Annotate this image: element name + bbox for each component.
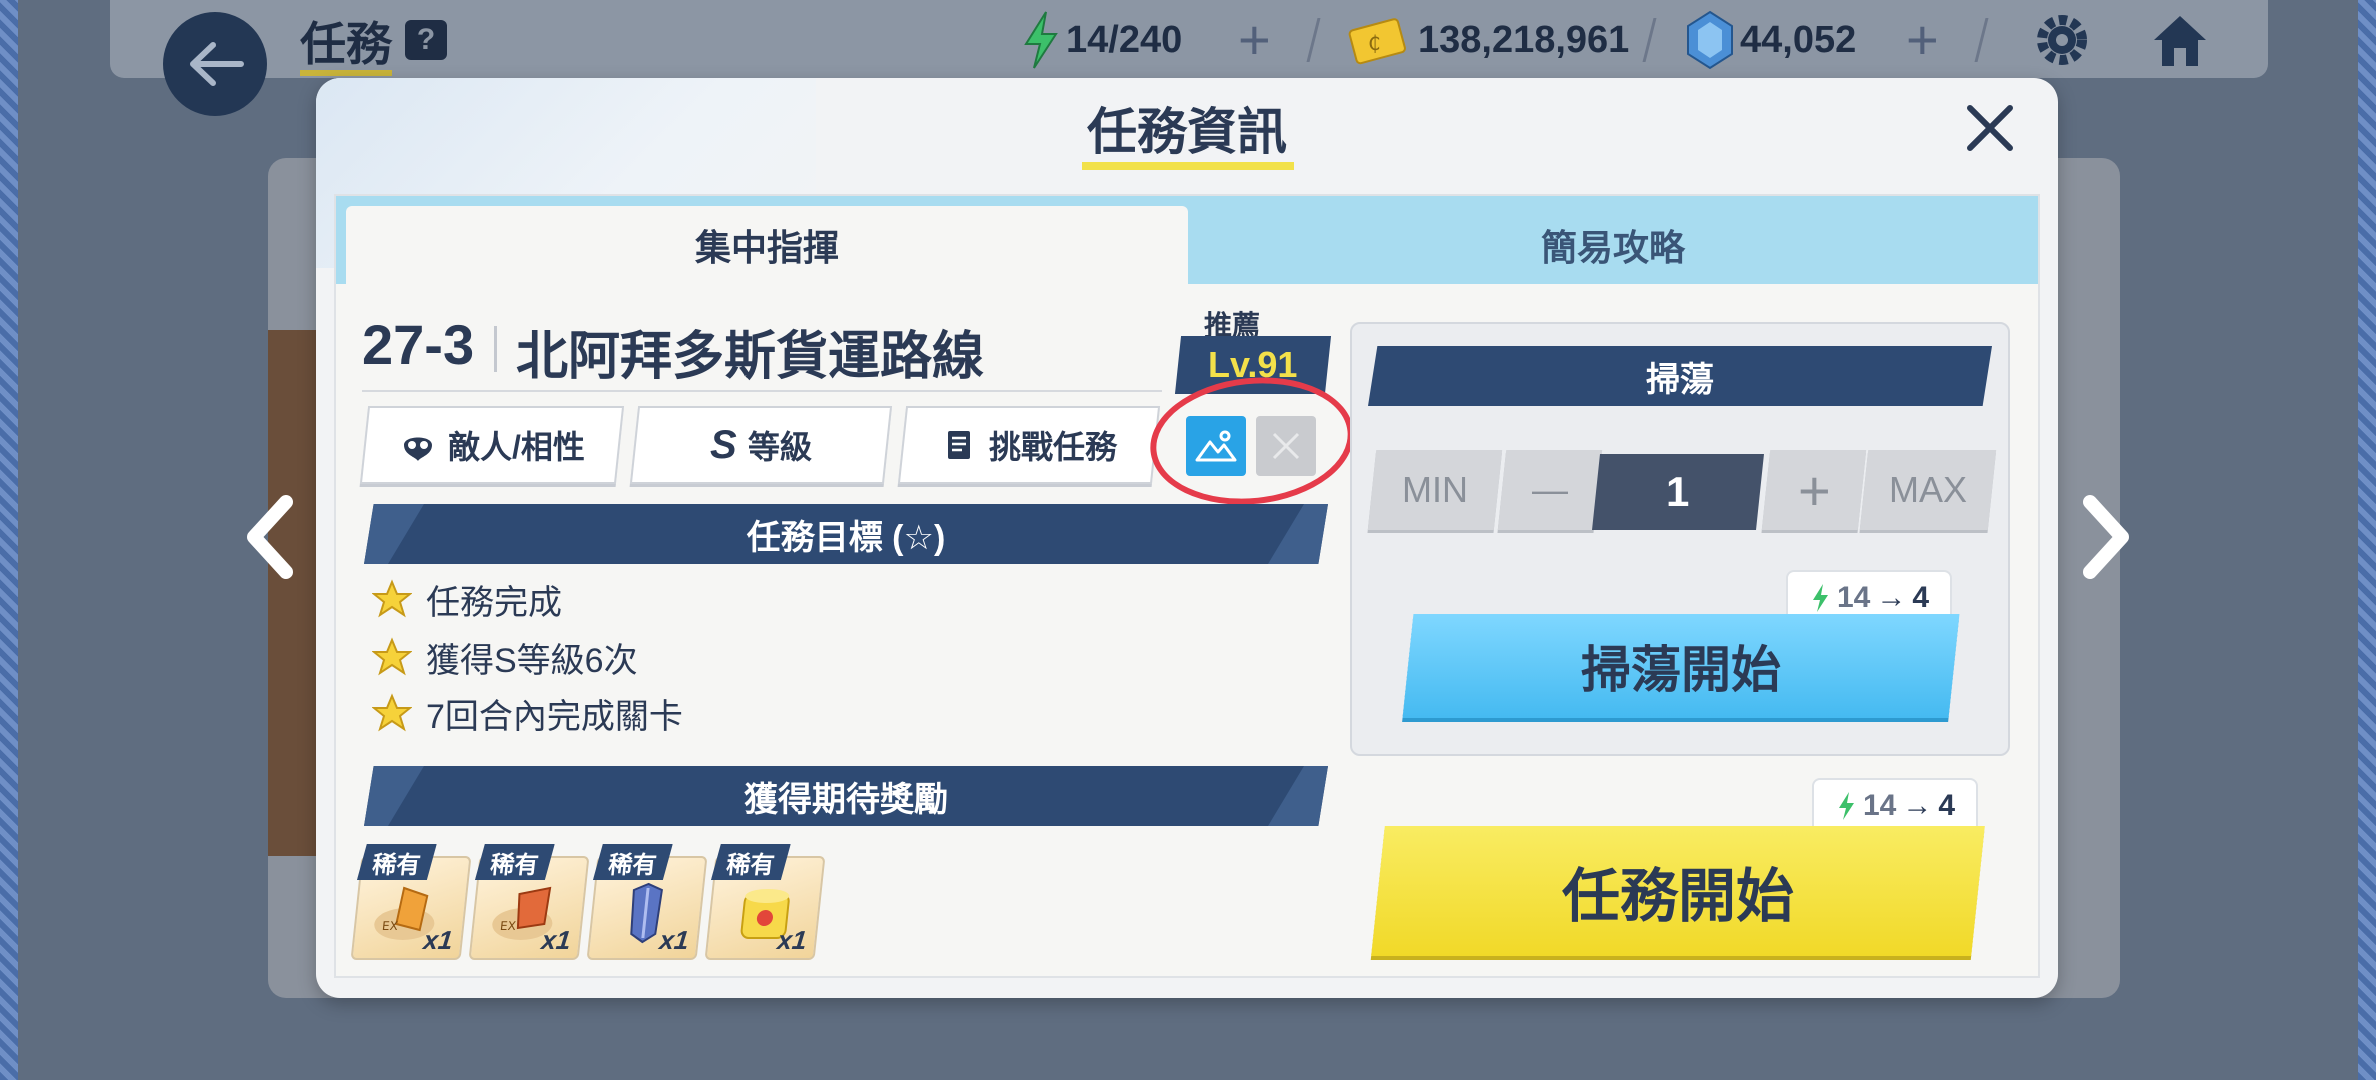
sweep-start-label: 掃蕩開始: [1581, 642, 1781, 698]
reward-item[interactable]: 稀有 x1: [586, 856, 708, 960]
gems-add-button[interactable]: +: [1906, 12, 1939, 68]
credits-value: 138,218,961: [1418, 18, 1630, 61]
rewards-header: 獲得期待獎勵: [364, 766, 1328, 826]
enemy-mask-icon: [403, 437, 432, 461]
mission-start-button[interactable]: 任務開始: [1371, 826, 1985, 956]
rewards-header-label: 獲得期待獎勵: [744, 780, 948, 819]
svg-text:₵: ₵: [1368, 31, 1381, 55]
sweep-increase-button[interactable]: +: [1761, 450, 1867, 530]
sweep-count-display: 1: [1592, 454, 1764, 530]
mission-start-label: 任務開始: [1561, 864, 1794, 929]
star-icon: [372, 637, 412, 676]
reward-item[interactable]: 稀有 EX x1: [468, 856, 590, 960]
close-icon[interactable]: [1958, 96, 2022, 160]
title-underline: [300, 70, 392, 76]
objective-item: 7回合內完成關卡: [372, 688, 683, 738]
tab-focused-command[interactable]: 集中指揮: [346, 206, 1188, 284]
rarity-tag: 稀有: [475, 844, 555, 880]
mission-info-dialog: 任務資訊 集中指揮 簡易攻略 27-3 北阿拜多斯貨運路線 推薦 Lv.91 敵…: [316, 78, 2058, 998]
star-icon: [372, 693, 412, 732]
ap-lightning-icon: [1024, 11, 1058, 69]
reward-quantity: x1: [422, 925, 455, 955]
ap-lightning-icon: [1812, 584, 1828, 612]
reward-quantity: x1: [658, 925, 691, 955]
ap-add-button[interactable]: +: [1238, 12, 1271, 68]
page-title: 任務: [300, 18, 392, 70]
sweep-count: 1: [1666, 468, 1690, 515]
ap-value: 14/240: [1066, 18, 1183, 61]
objective-label: 任務完成: [426, 583, 562, 622]
cost-arrow: →: [1902, 789, 1933, 822]
svg-text:EX: EX: [499, 919, 516, 933]
rarity-tag: 稀有: [357, 844, 437, 880]
min-label: MIN: [1402, 469, 1468, 510]
sweep-decrease-button[interactable]: —: [1497, 450, 1603, 530]
rank-s-icon: S: [709, 422, 737, 467]
enemy-affinity-label: 敵人/相性: [447, 429, 585, 465]
plus-label: +: [1797, 458, 1831, 522]
challenge-mission-label: 挑戰任務: [988, 429, 1117, 465]
rank-label: 等級: [748, 429, 813, 465]
help-button[interactable]: ?: [405, 20, 447, 60]
cost-from: 14: [1862, 789, 1897, 822]
stage-name: 北阿拜多斯貨運路線: [516, 328, 985, 386]
enemy-affinity-button[interactable]: 敵人/相性: [359, 406, 625, 484]
sweep-header: 掃蕩: [1368, 346, 1992, 406]
ap-lightning-icon: [1838, 792, 1854, 820]
reward-item[interactable]: 稀有 EX x1: [350, 856, 472, 960]
rarity-tag: 稀有: [711, 844, 791, 880]
back-button[interactable]: [163, 12, 267, 116]
sweep-start-button[interactable]: 掃蕩開始: [1402, 614, 1960, 718]
max-label: MAX: [1888, 469, 1967, 510]
cost-arrow: →: [1876, 581, 1907, 614]
objective-item: 獲得S等級6次: [372, 632, 638, 682]
rank-button[interactable]: S 等級: [629, 406, 893, 484]
challenge-mission-button[interactable]: 挑戰任務: [897, 406, 1161, 484]
reward-item[interactable]: 稀有 x1: [704, 856, 826, 960]
sweep-header-label: 掃蕩: [1646, 360, 1714, 399]
previous-stage-arrow-icon[interactable]: [236, 492, 306, 582]
objective-label: 獲得S等級6次: [426, 641, 638, 680]
tab-row: 集中指揮 簡易攻略: [336, 196, 2038, 284]
stage-divider: [494, 326, 497, 372]
stage-underline: [362, 390, 1162, 392]
objective-label: 7回合內完成關卡: [426, 697, 683, 736]
objectives-header: 任務目標 (☆): [364, 504, 1328, 564]
arrow-left-icon: [190, 42, 244, 86]
reward-quantity: x1: [776, 925, 809, 955]
gear-icon[interactable]: [2030, 8, 2094, 72]
sweep-max-button[interactable]: MAX: [1859, 450, 1997, 530]
stage-number: 27-3: [362, 313, 475, 376]
credit-card-icon: ₵: [1348, 18, 1406, 65]
objectives-header-label: 任務目標 (☆): [746, 518, 946, 557]
reward-quantity: x1: [540, 925, 573, 955]
dialog-title: 任務資訊: [1087, 104, 1287, 160]
minus-label: —: [1532, 469, 1568, 510]
tab-simple-strategy[interactable]: 簡易攻略: [1188, 206, 2038, 284]
gems-value: 44,052: [1740, 18, 1857, 61]
cost-from: 14: [1836, 581, 1871, 614]
document-icon: [947, 431, 970, 459]
svg-text:EX: EX: [381, 919, 398, 933]
left-edge-decoration: [0, 0, 18, 1080]
rarity-tag: 稀有: [593, 844, 673, 880]
cost-to: 4: [1912, 581, 1930, 614]
pyroxene-gem-icon: [1687, 10, 1733, 70]
cost-to: 4: [1938, 789, 1956, 822]
star-icon: [372, 579, 412, 618]
sweep-min-button[interactable]: MIN: [1367, 450, 1503, 530]
right-edge-decoration: [2358, 0, 2376, 1080]
objective-item: 任務完成: [372, 574, 562, 624]
dialog-title-underline: [1082, 162, 1294, 170]
next-stage-arrow-icon[interactable]: [2070, 492, 2140, 582]
home-icon[interactable]: [2148, 8, 2212, 72]
